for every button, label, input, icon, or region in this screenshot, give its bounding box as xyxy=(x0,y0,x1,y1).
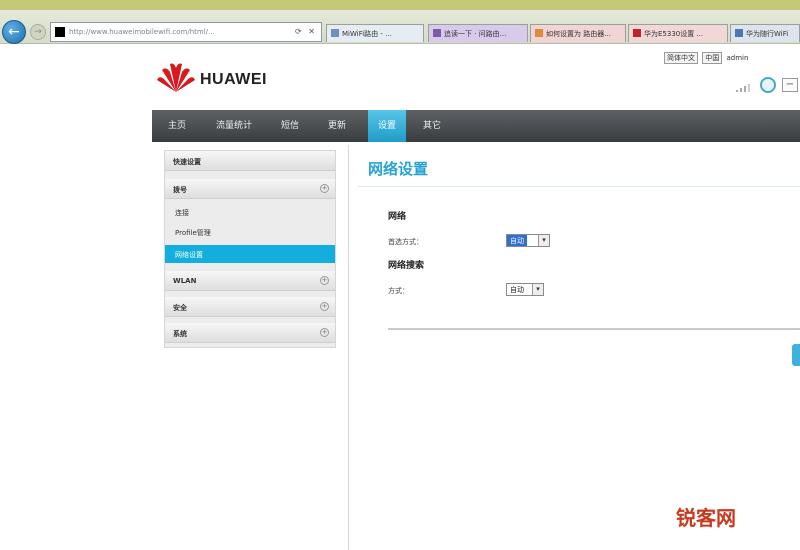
apply-button[interactable] xyxy=(792,344,800,366)
main-nav: 主页 流量统计 短信 更新 设置 其它 xyxy=(152,110,800,142)
preferred-mode-label: 首选方式： xyxy=(388,238,423,246)
network-section-heading: 网络 xyxy=(388,212,407,222)
tab-label: 追读一下 · 问路由... xyxy=(444,30,507,38)
browser-tab[interactable]: MiWiFi路由 - ... xyxy=(326,24,424,42)
sidebar-item-label: WLAN xyxy=(173,277,197,285)
expand-icon[interactable]: + xyxy=(320,184,329,193)
sidebar-subitem-connection[interactable]: 连接 xyxy=(165,203,335,221)
huawei-logo: HUAWEI xyxy=(156,60,296,98)
search-mode-select[interactable]: 自动 ▾ xyxy=(506,283,544,296)
sidebar-item-wlan[interactable]: WLAN + xyxy=(165,271,335,291)
huawei-petals-icon xyxy=(157,63,195,92)
browser-tab[interactable]: 如何设置为 路由器... xyxy=(530,24,626,42)
forward-button[interactable]: → xyxy=(30,24,46,40)
tab-favicon-icon xyxy=(735,29,743,37)
minimize-icon[interactable]: − xyxy=(782,78,798,92)
title-underline xyxy=(358,186,800,187)
address-bar[interactable]: http://www.huaweimobilewifi.com/html/...… xyxy=(50,22,322,42)
browser-tab[interactable]: 华为E5330设置 ... xyxy=(628,24,728,42)
browser-tab[interactable]: 追读一下 · 问路由... xyxy=(428,24,528,42)
address-url: http://www.huaweimobilewifi.com/html/... xyxy=(69,28,215,36)
preferred-mode-value: 自动 xyxy=(507,235,527,246)
tab-label: 华为随行WiFi xyxy=(746,30,789,38)
sidebar-subitem-profile[interactable]: Profile管理 xyxy=(165,223,335,241)
refresh-stop-controls[interactable]: ⟳ ✕ xyxy=(295,27,317,36)
nav-item-home[interactable]: 主页 xyxy=(162,110,192,142)
signal-strength-icon xyxy=(736,84,750,92)
nav-item-settings[interactable]: 设置 xyxy=(368,110,406,142)
sidebar-item-quick-setup[interactable]: 快速设置 xyxy=(165,151,335,171)
sidebar-item-system[interactable]: 系统 + xyxy=(165,323,335,343)
sidebar-item-label: 系统 xyxy=(173,330,187,338)
sidebar-item-dialup[interactable]: 拨号 + xyxy=(165,179,335,199)
sidebar-subitem-label: 网络设置 xyxy=(175,251,203,259)
sidebar-subitem-label: Profile管理 xyxy=(175,229,211,237)
nav-item-sms[interactable]: 短信 xyxy=(274,110,306,142)
sidebar-item-label: 拨号 xyxy=(173,186,187,194)
expand-icon[interactable]: + xyxy=(320,328,329,337)
page-title: 网络设置 xyxy=(368,160,429,178)
sidebar-item-security[interactable]: 安全 + xyxy=(165,297,335,317)
expand-icon[interactable]: + xyxy=(320,302,329,311)
nav-item-more[interactable]: 其它 xyxy=(414,110,450,142)
tab-label: MiWiFi路由 - ... xyxy=(342,30,392,38)
browser-toolbar: ← → http://www.huaweimobilewifi.com/html… xyxy=(0,0,800,44)
user-label[interactable]: admin xyxy=(726,54,748,62)
sidebar-item-label: 安全 xyxy=(173,304,187,312)
tab-favicon-icon xyxy=(633,29,641,37)
settings-sidebar: 快速设置 拨号 + 连接 Profile管理 网络设置 WLAN + 安全 + … xyxy=(164,150,336,348)
search-mode-value: 自动 xyxy=(510,286,524,294)
tab-label: 如何设置为 路由器... xyxy=(546,30,611,38)
sidebar-item-label: 快速设置 xyxy=(173,158,201,166)
chevron-down-icon[interactable]: ▾ xyxy=(538,235,549,246)
globe-icon[interactable] xyxy=(760,77,776,93)
back-button[interactable]: ← xyxy=(2,20,26,44)
language-select[interactable]: 简体中文 xyxy=(664,52,698,64)
tab-favicon-icon xyxy=(331,29,339,37)
region-select[interactable]: 中国 xyxy=(702,52,723,64)
expand-icon[interactable]: + xyxy=(320,276,329,285)
sidebar-subitem-label: 连接 xyxy=(175,209,189,217)
header-utilities: 简体中文 中国 admin xyxy=(664,52,800,66)
nav-item-update[interactable]: 更新 xyxy=(320,110,354,142)
sidebar-subitem-network-settings[interactable]: 网络设置 xyxy=(165,245,335,263)
chevron-down-icon[interactable]: ▾ xyxy=(532,284,543,295)
nav-item-statistics[interactable]: 流量统计 xyxy=(202,110,266,142)
tab-favicon-icon xyxy=(535,29,543,37)
network-search-heading: 网络搜索 xyxy=(388,261,425,271)
brand-name: HUAWEI xyxy=(200,71,267,88)
content-separator xyxy=(388,328,800,330)
window-top-strip xyxy=(0,0,800,10)
watermark: 锐客网 xyxy=(676,506,736,530)
search-mode-label: 方式： xyxy=(388,287,409,295)
preferred-mode-select[interactable]: 自动 ▾ xyxy=(506,234,550,247)
tab-favicon-icon xyxy=(433,29,441,37)
site-favicon xyxy=(55,27,65,37)
tab-label: 华为E5330设置 ... xyxy=(644,30,704,38)
browser-tab[interactable]: 华为随行WiFi xyxy=(730,24,800,42)
content-divider xyxy=(348,145,349,550)
